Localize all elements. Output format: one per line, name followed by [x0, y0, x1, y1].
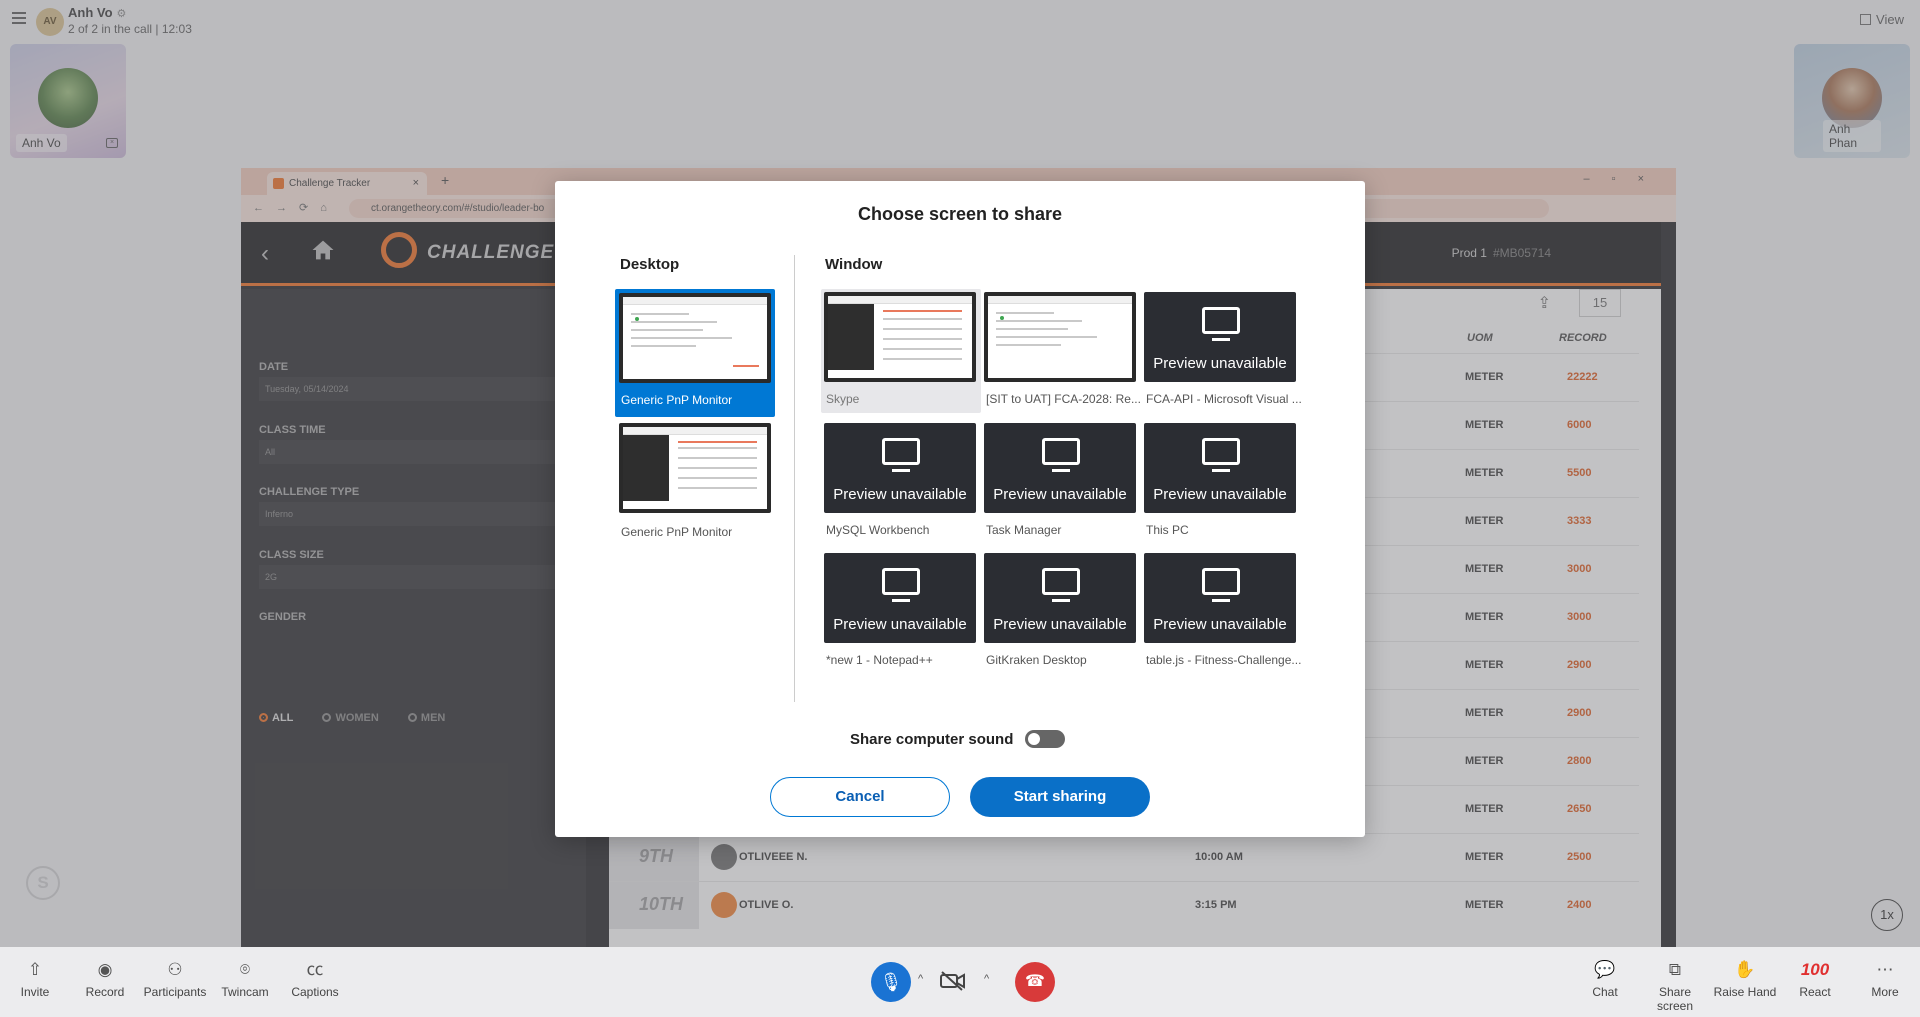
record-button[interactable]: ◉ Record	[70, 957, 140, 999]
hundred-emoji-icon: 100	[1800, 960, 1830, 979]
start-sharing-button[interactable]: Start sharing	[970, 777, 1150, 817]
monitor-icon	[1202, 438, 1240, 472]
cancel-button[interactable]: Cancel	[770, 777, 950, 817]
microphone-icon: 🎙	[879, 972, 903, 992]
window-option-label: MySQL Workbench	[826, 523, 930, 537]
window-section-label: Window	[825, 256, 883, 273]
window-option-label: FCA-API - Microsoft Visual ...	[1146, 392, 1302, 406]
participants-icon: ⚇	[167, 960, 183, 979]
twincam-button[interactable]: ⌾ Twincam	[210, 957, 280, 999]
desktop-option-label: Generic PnP Monitor	[621, 525, 733, 539]
share-screen-icon: ⧉	[1668, 960, 1682, 979]
preview-unavailable-text: Preview unavailable	[1153, 616, 1287, 633]
window-option-label: [SIT to UAT] FCA-2028: Re...	[986, 392, 1141, 406]
window-preview-this-pc[interactable]: Preview unavailable	[1144, 423, 1296, 513]
window-option-label: table.js - Fitness-Challenge...	[1146, 653, 1302, 667]
monitor-icon	[882, 568, 920, 602]
window-option-label: Task Manager	[986, 523, 1062, 537]
share-sound-toggle[interactable]	[1025, 730, 1065, 748]
chat-button[interactable]: 💬 Chat	[1570, 957, 1640, 999]
monitor-icon	[882, 438, 920, 472]
camera-off-icon[interactable]	[940, 971, 966, 991]
desktop-preview	[619, 293, 771, 383]
more-button[interactable]: ⋯ More	[1850, 957, 1920, 999]
monitor-icon	[1042, 438, 1080, 472]
record-icon: ◉	[97, 960, 113, 979]
preview-unavailable-text: Preview unavailable	[993, 616, 1127, 633]
window-option-label: This PC	[1146, 523, 1189, 537]
window-preview-gitkraken[interactable]: Preview unavailable	[984, 553, 1136, 643]
hang-up-button[interactable]: ☎	[1015, 962, 1055, 1002]
share-sound-label: Share computer sound	[850, 731, 1014, 748]
preview-unavailable-text: Preview unavailable	[1153, 486, 1287, 503]
window-preview-notepad[interactable]: Preview unavailable	[824, 553, 976, 643]
desktop-option-label: Generic PnP Monitor	[621, 393, 733, 407]
monitor-icon	[1042, 568, 1080, 602]
camera-options-chevron-icon[interactable]: ^	[984, 973, 989, 985]
divider	[794, 255, 795, 702]
more-icon: ⋯	[1876, 960, 1894, 979]
preview-unavailable-text: Preview unavailable	[993, 486, 1127, 503]
hang-up-icon: ☎	[1025, 973, 1045, 990]
desktop-section-label: Desktop	[620, 256, 680, 273]
window-preview-vscode[interactable]: Preview unavailable	[1144, 292, 1296, 382]
react-button[interactable]: 100 React	[1780, 957, 1850, 999]
dialog-title: Choose screen to share	[857, 204, 1063, 224]
monitor-icon	[1202, 307, 1240, 341]
raise-hand-button[interactable]: ✋ Raise Hand	[1710, 957, 1780, 999]
chat-icon: 💬	[1594, 960, 1616, 979]
window-option-label: *new 1 - Notepad++	[826, 653, 933, 667]
monitor-icon	[1202, 568, 1240, 602]
desktop-option-1[interactable]: Generic PnP Monitor	[615, 289, 775, 417]
window-preview-mysql[interactable]: Preview unavailable	[824, 423, 976, 513]
invite-button[interactable]: ⇧ Invite	[0, 957, 70, 999]
twincam-icon: ⌾	[239, 960, 251, 979]
mic-options-chevron-icon[interactable]: ^	[918, 973, 923, 985]
share-screen-button[interactable]: ⧉ Share screen	[1640, 957, 1710, 1013]
preview-unavailable-text: Preview unavailable	[833, 486, 967, 503]
call-controls-bar: ⇧ Invite ◉ Record ⚇ Participants ⌾ Twincam ㏄…	[0, 947, 1920, 1017]
hand-icon: ✋	[1734, 960, 1756, 979]
window-option-label: Skype	[826, 392, 860, 406]
captions-button[interactable]: ㏄ Captions	[280, 957, 350, 999]
share-screen-dialog: Choose screen to share Desktop Window Ge…	[555, 181, 1365, 837]
window-preview-task-manager[interactable]: Preview unavailable	[984, 423, 1136, 513]
preview-unavailable-text: Preview unavailable	[833, 616, 967, 633]
window-preview-tablejs[interactable]: Preview unavailable	[1144, 553, 1296, 643]
window-preview-jira[interactable]	[984, 292, 1136, 382]
participants-button[interactable]: ⚇ Participants	[140, 957, 210, 999]
preview-unavailable-text: Preview unavailable	[1153, 355, 1287, 372]
share-out-icon: ⇧	[27, 960, 43, 979]
captions-icon: ㏄	[306, 960, 324, 979]
desktop-option-2[interactable]	[619, 423, 771, 513]
window-option-label: GitKraken Desktop	[986, 653, 1087, 667]
microphone-button[interactable]: 🎙	[871, 962, 911, 1002]
window-preview-skype[interactable]	[824, 292, 976, 382]
